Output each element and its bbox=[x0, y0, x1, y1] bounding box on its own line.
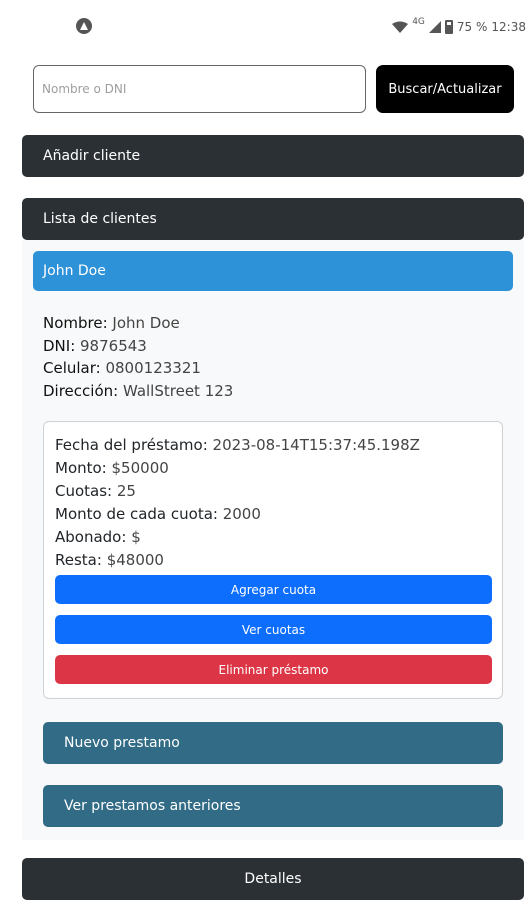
client-header-name: John Doe bbox=[43, 263, 106, 279]
field-label: Dirección: bbox=[43, 381, 119, 400]
client-list-toggle[interactable]: Lista de clientes bbox=[22, 198, 524, 240]
field-value: 9876543 bbox=[75, 336, 147, 355]
status-icons: 4G 75 % 12:38 bbox=[392, 17, 526, 37]
new-loan-label: Nuevo prestamo bbox=[64, 735, 180, 751]
field-value: 2023-08-14T15:37:45.198Z bbox=[207, 436, 420, 454]
client-list-label: Lista de clientes bbox=[43, 211, 157, 227]
field-label: Fecha del préstamo: bbox=[55, 436, 208, 454]
loan-field-monto: Monto: $50000 bbox=[55, 457, 420, 480]
client-field-celular: Celular: 0800123321 bbox=[43, 357, 233, 380]
battery-icon bbox=[444, 20, 453, 34]
cell-signal-icon bbox=[428, 21, 441, 33]
field-value: John Doe bbox=[107, 314, 180, 332]
field-value: 2000 bbox=[217, 505, 261, 523]
delete-loan-button[interactable]: Eliminar préstamo bbox=[55, 655, 492, 684]
details-label: Detalles bbox=[244, 871, 302, 887]
field-value: 0800123321 bbox=[100, 359, 201, 377]
network-type-label: 4G bbox=[412, 17, 425, 27]
new-loan-toggle[interactable]: Nuevo prestamo bbox=[43, 722, 503, 764]
loan-field-abonado: Abonado: $ bbox=[55, 526, 420, 549]
view-cuotas-button[interactable]: Ver cuotas bbox=[55, 615, 492, 644]
field-label: Celular: bbox=[43, 359, 101, 377]
app-notification-icon bbox=[76, 18, 92, 34]
loan-field-fecha: Fecha del préstamo: 2023-08-14T15:37:45.… bbox=[55, 434, 420, 457]
clock: 12:38 bbox=[491, 20, 526, 34]
previous-loans-label: Ver prestamos anteriores bbox=[64, 798, 241, 814]
status-bar: 4G 75 % 12:38 bbox=[0, 0, 530, 52]
loan-details: Fecha del préstamo: 2023-08-14T15:37:45.… bbox=[55, 434, 420, 572]
field-label: Monto de cada cuota: bbox=[55, 505, 218, 523]
loan-card: Fecha del préstamo: 2023-08-14T15:37:45.… bbox=[43, 421, 503, 699]
field-value: $50000 bbox=[106, 459, 169, 477]
loan-field-monto-cuota: Monto de cada cuota: 2000 bbox=[55, 503, 420, 526]
field-label: Monto: bbox=[55, 459, 107, 477]
previous-loans-toggle[interactable]: Ver prestamos anteriores bbox=[43, 785, 503, 827]
add-client-label: Añadir cliente bbox=[43, 148, 141, 164]
field-value: $ bbox=[126, 528, 141, 546]
add-client-toggle[interactable]: Añadir cliente bbox=[22, 135, 524, 177]
add-cuota-button[interactable]: Agregar cuota bbox=[55, 575, 492, 604]
client-details: Nombre: John Doe DNI: 9876543 Celular: 0… bbox=[43, 312, 233, 402]
loan-field-cuotas: Cuotas: 25 bbox=[55, 480, 420, 503]
field-label: Cuotas: bbox=[55, 482, 113, 500]
loan-field-resta: Resta: $48000 bbox=[55, 549, 420, 572]
field-label: Nombre: bbox=[43, 314, 108, 332]
battery-percent: 75 % bbox=[456, 20, 488, 34]
client-field-dni: DNI: 9876543 bbox=[43, 335, 233, 358]
client-field-nombre: Nombre: John Doe bbox=[43, 312, 233, 335]
field-label: DNI: bbox=[43, 336, 76, 355]
wifi-icon bbox=[392, 21, 409, 33]
details-toggle[interactable]: Detalles bbox=[22, 858, 524, 900]
field-value: 25 bbox=[112, 482, 136, 500]
field-label: Resta: bbox=[55, 551, 102, 569]
field-value: WallStreet 123 bbox=[118, 381, 234, 400]
client-field-direccion: Dirección: WallStreet 123 bbox=[43, 380, 233, 403]
field-value: $48000 bbox=[101, 551, 164, 569]
search-update-button[interactable]: Buscar/Actualizar bbox=[376, 65, 514, 113]
field-label: Abonado: bbox=[55, 528, 127, 546]
client-header-john-doe[interactable]: John Doe bbox=[33, 251, 513, 291]
search-input[interactable] bbox=[33, 65, 366, 113]
